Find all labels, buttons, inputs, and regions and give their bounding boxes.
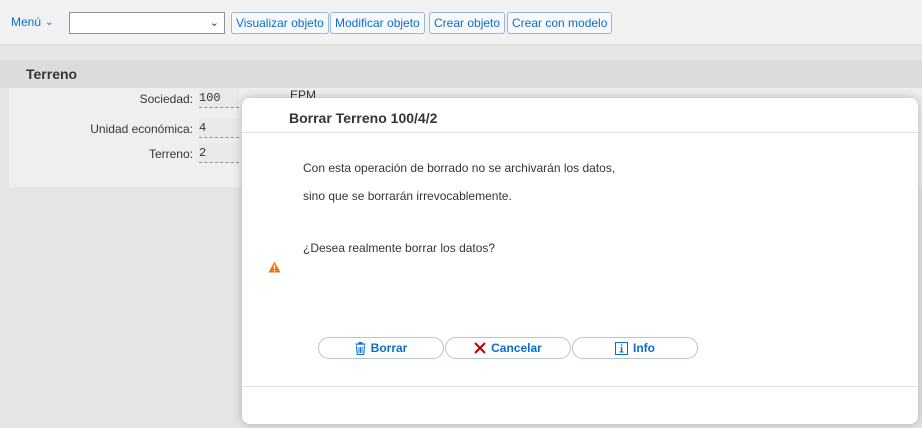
create-with-template-button[interactable]: Crear con modelo xyxy=(507,12,613,34)
land-field[interactable]: 2 xyxy=(199,143,239,163)
modify-object-button[interactable]: Modificar objeto xyxy=(330,12,425,34)
dialog-footer-divider xyxy=(242,386,918,387)
dialog-title: Borrar Terreno 100/4/2 xyxy=(289,110,438,126)
business-entity-field[interactable]: 4 xyxy=(199,118,239,138)
display-object-button[interactable]: Visualizar objeto xyxy=(231,12,329,34)
delete-button[interactable]: Borrar xyxy=(318,337,444,359)
create-object-button[interactable]: Crear objeto xyxy=(429,12,506,34)
dialog-divider xyxy=(242,132,918,133)
warning-icon xyxy=(268,261,281,273)
menu-button[interactable]: Menú ⌄ xyxy=(11,15,53,29)
section-header: Terreno xyxy=(0,60,922,88)
section-title: Terreno xyxy=(26,66,78,82)
cancel-button[interactable]: Cancelar xyxy=(445,337,571,359)
company-label: Sociedad: xyxy=(139,92,193,106)
dialog-message-line-2: sino que se borrarán irrevocablemente. xyxy=(303,189,512,203)
delete-button-label: Borrar xyxy=(370,341,408,355)
chevron-down-icon[interactable]: ⌄ xyxy=(210,16,219,29)
object-combo-box[interactable]: ⌄ xyxy=(69,12,225,34)
trash-icon xyxy=(355,341,366,355)
delete-dialog: Borrar Terreno 100/4/2 Con esta operació… xyxy=(242,98,918,424)
toolbar: Menú ⌄ ⌄ Visualizar objeto Modificar obj… xyxy=(0,0,922,45)
chevron-down-icon: ⌄ xyxy=(45,16,54,28)
dialog-message-line-1: Con esta operación de borrado no se arch… xyxy=(303,161,616,175)
dialog-question: ¿Desea realmente borrar los datos? xyxy=(303,241,496,255)
cancel-button-label: Cancelar xyxy=(491,341,542,355)
land-label: Terreno: xyxy=(148,147,193,161)
info-button-label: Info xyxy=(633,341,655,355)
company-field[interactable]: 100 xyxy=(199,88,239,108)
business-entity-label: Unidad económica: xyxy=(90,122,193,136)
info-button[interactable]: Info xyxy=(572,337,698,359)
menu-label: Menú xyxy=(11,15,42,29)
info-icon xyxy=(615,341,628,355)
close-icon xyxy=(474,342,486,354)
